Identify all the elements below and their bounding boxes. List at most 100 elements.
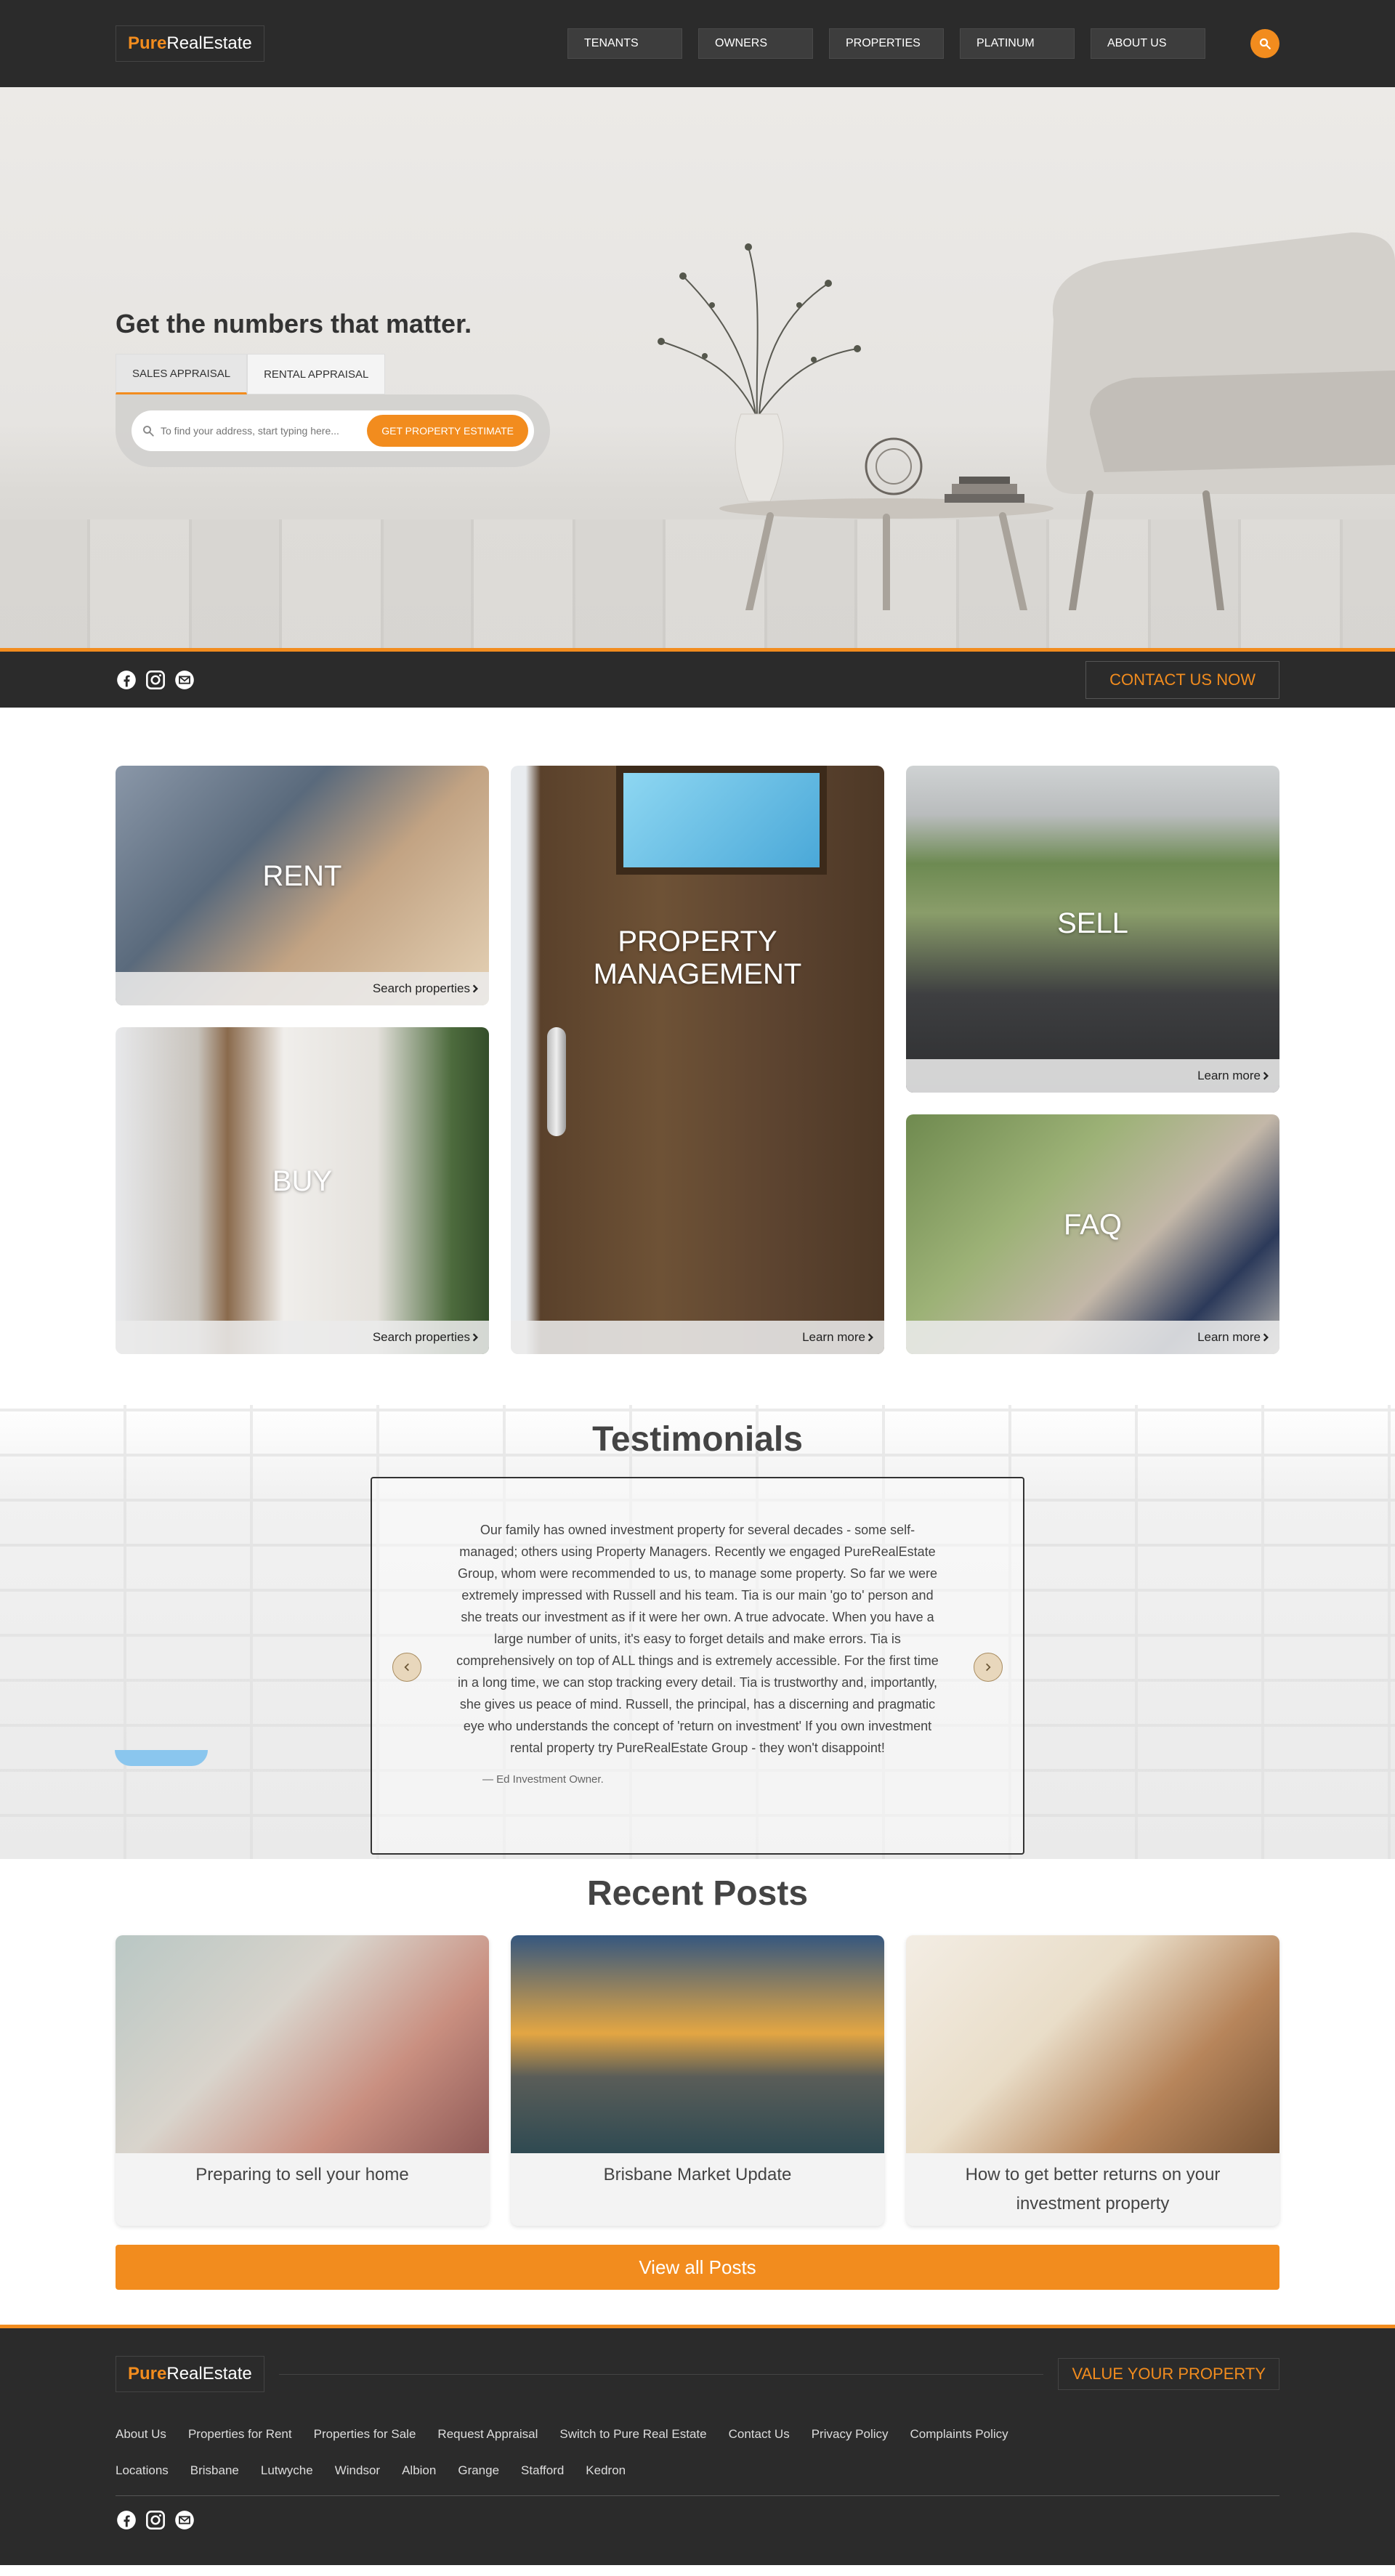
posts-grid: Preparing to sell your home Brisbane Mar… [116,1935,1279,2226]
footer-social-links [116,2509,1279,2531]
instagram-icon[interactable] [145,2509,166,2531]
recent-posts-title: Recent Posts [586,1874,809,1913]
footer-link[interactable]: Properties for Rent [188,2427,292,2442]
tab-rental-appraisal[interactable]: RENTAL APPRAISAL [247,354,386,394]
service-link-property-management-label: Learn more [802,1330,865,1344]
site-footer: PureRealEstate VALUE YOUR PROPERTY About… [0,2325,1395,2565]
post-image [511,1935,884,2153]
footer-link[interactable]: Switch to Pure Real Estate [559,2427,706,2442]
post-image [906,1935,1279,2153]
service-link-sell-label: Learn more [1197,1069,1261,1082]
address-search-input[interactable] [161,425,368,437]
footer-link[interactable]: Windsor [335,2463,380,2478]
services-grid: RENT Search properties BUY Search proper… [116,766,1279,1357]
nav-platinum[interactable]: PLATINUM [960,28,1075,59]
chevron-right-icon [472,984,478,993]
service-card-property-management[interactable]: PROPERTY MANAGEMENT Learn more [511,766,884,1354]
facebook-icon[interactable] [116,2509,137,2531]
service-link-faq-label: Learn more [1197,1330,1261,1344]
footer-link[interactable]: Contact Us [729,2427,790,2442]
nav-about-us[interactable]: ABOUT US [1091,28,1205,59]
post-title: How to get better returns on your invest… [965,2165,1221,2214]
post-card[interactable]: Brisbane Market Update [511,1935,884,2226]
service-title-buy: BUY [272,1165,333,1197]
appraisal-tabs: SALES APPRAISAL RENTAL APPRAISAL [116,354,550,394]
get-estimate-button[interactable]: GET PROPERTY ESTIMATE [367,415,528,447]
service-title-sell: SELL [1057,907,1128,939]
search-icon [1259,38,1271,49]
footer-link[interactable]: Kedron [586,2463,626,2478]
logo-pure: Pure [128,33,167,53]
service-link-rent[interactable]: Search properties [116,972,489,1005]
door-window-image [616,766,827,875]
hero-content: Get the numbers that matter. SALES APPRA… [116,222,550,467]
service-card-buy[interactable]: BUY Search properties [116,1027,489,1354]
footer-links-row-2: Locations Brisbane Lutwyche Windsor Albi… [116,2463,1279,2496]
testimonial-text: Our family has owned investment property… [456,1523,939,1755]
service-title-property-management: PROPERTY MANAGEMENT [593,926,802,990]
value-your-property-button[interactable]: VALUE YOUR PROPERTY [1058,2358,1279,2390]
logo-pure: Pure [128,2364,167,2383]
service-link-faq[interactable]: Learn more [906,1321,1279,1354]
post-image [116,1935,489,2153]
post-card[interactable]: How to get better returns on your invest… [906,1935,1279,2226]
service-title-faq: FAQ [1063,1209,1123,1241]
chevron-left-icon [404,1663,409,1672]
testimonial-next-button[interactable] [974,1653,1003,1682]
testimonial-prev-button[interactable] [392,1653,421,1682]
service-card-faq[interactable]: FAQ Learn more [906,1114,1279,1354]
facebook-icon[interactable] [116,669,137,691]
service-title-rent: RENT [262,860,342,892]
service-card-rent[interactable]: RENT Search properties [116,766,489,1005]
instagram-icon[interactable] [145,669,166,691]
door-handle-image [547,1027,566,1136]
footer-link[interactable]: Locations [116,2463,169,2478]
hero-section: Get the numbers that matter. SALES APPRA… [0,87,1395,648]
tab-sales-appraisal[interactable]: SALES APPRAISAL [116,354,248,394]
header-search-button[interactable] [1250,29,1279,58]
services-section: RENT Search properties BUY Search proper… [0,708,1395,1405]
site-header: PureRealEstate TENANTS OWNERS PROPERTIES… [0,0,1395,87]
footer-link[interactable]: Grange [458,2463,499,2478]
footer-link[interactable]: Brisbane [190,2463,239,2478]
blue-decor-shape [115,1750,208,1766]
footer-link[interactable]: Complaints Policy [910,2427,1008,2442]
footer-link[interactable]: Properties for Sale [314,2427,416,2442]
service-link-buy[interactable]: Search properties [116,1321,489,1354]
hero-title: Get the numbers that matter. [116,309,472,339]
service-link-rent-label: Search properties [372,981,470,995]
footer-top: PureRealEstate VALUE YOUR PROPERTY [116,2356,1279,2392]
contact-us-button[interactable]: CONTACT US NOW [1085,660,1279,699]
footer-logo[interactable]: PureRealEstate [116,2356,264,2392]
footer-link[interactable]: Stafford [521,2463,564,2478]
service-link-property-management[interactable]: Learn more [511,1321,884,1354]
chevron-right-icon [986,1663,991,1672]
testimonial-card: Our family has owned investment property… [371,1477,1024,1855]
address-search-box: GET PROPERTY ESTIMATE [132,410,534,451]
chevron-right-icon [472,1333,478,1342]
footer-link[interactable]: Albion [402,2463,436,2478]
logo-rest: RealEstate [166,2364,252,2383]
address-search-container: GET PROPERTY ESTIMATE [116,394,550,467]
nav-tenants[interactable]: TENANTS [567,28,682,59]
service-link-buy-label: Search properties [372,1330,470,1344]
site-logo[interactable]: PureRealEstate [116,25,264,62]
hero-furniture-image [658,232,1395,610]
nav-properties[interactable]: PROPERTIES [829,28,944,59]
post-title: Preparing to sell your home [195,2165,409,2184]
footer-link[interactable]: Request Appraisal [437,2427,538,2442]
testimonials-section: Testimonials Our family has owned invest… [0,1405,1395,1859]
testimonials-title: Testimonials [592,1420,803,1459]
post-card[interactable]: Preparing to sell your home [116,1935,489,2226]
nav-owners[interactable]: OWNERS [698,28,813,59]
footer-link[interactable]: About Us [116,2427,166,2442]
footer-link[interactable]: Lutwyche [261,2463,313,2478]
email-icon[interactable] [174,2509,195,2531]
chevron-right-icon [1263,1072,1269,1080]
service-card-sell[interactable]: SELL Learn more [906,766,1279,1093]
view-all-posts-button[interactable]: View all Posts [116,2245,1279,2290]
service-link-sell[interactable]: Learn more [906,1059,1279,1093]
social-bar: CONTACT US NOW [0,648,1395,708]
footer-link[interactable]: Privacy Policy [812,2427,889,2442]
email-icon[interactable] [174,669,195,691]
